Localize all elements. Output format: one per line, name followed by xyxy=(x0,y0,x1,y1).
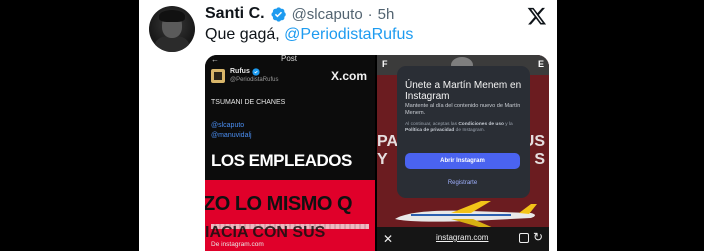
media-image-left[interactable]: ← Post Rufus @PeriodistaRufus X.com TSUM… xyxy=(205,55,375,251)
terms-of-use-link: Condiciones de uso xyxy=(458,122,504,127)
register-link: Registrarte xyxy=(447,180,478,186)
media-source-label: De instagram.com xyxy=(211,241,264,248)
modal-title: Únete a Martín Menem en Instagram xyxy=(405,80,522,102)
tweet-card: Santi C. @slcaputo · 5h Que gagá, @Perio… xyxy=(139,0,557,251)
rufus-avatar xyxy=(211,69,225,83)
meta-separator: · xyxy=(367,5,373,23)
browser-bottom-bar: ✕ instagram.com ↻ xyxy=(377,227,549,251)
story-corner-left: F xyxy=(382,59,388,69)
tabs-icon xyxy=(519,233,529,243)
modal-description: Mantente al día del contenido nuevo de M… xyxy=(405,103,521,116)
post-mention-2: @manuvidalj xyxy=(211,132,252,139)
rufus-handle: @PeriodistaRufus xyxy=(230,77,279,83)
rufus-name: Rufus xyxy=(230,68,250,75)
story-corner-right: E xyxy=(537,59,544,69)
video-caption-big: LOS EMPLEADOS xyxy=(211,151,352,170)
browser-url: instagram.com xyxy=(436,233,489,242)
open-instagram-button: Abrir Instagram xyxy=(405,153,520,169)
close-icon: ✕ xyxy=(383,232,394,246)
avatar-body-shape xyxy=(155,36,189,52)
tweet-media-grid: ← Post Rufus @PeriodistaRufus X.com TSUM… xyxy=(205,55,549,251)
video-caption-cut: IACIA CON SUS xyxy=(205,224,326,241)
modal-terms-suffix: de Instagram. xyxy=(454,128,485,133)
tweet-text: Que gagá, @PeriodistaRufus xyxy=(205,26,413,44)
modal-terms-mid: y la xyxy=(503,122,513,127)
airplane-image xyxy=(395,201,537,229)
privacy-policy-link: Política de privacidad xyxy=(405,128,455,133)
tweet-timestamp[interactable]: 5h xyxy=(378,6,395,23)
tweet-text-body: Que gagá, xyxy=(205,26,285,43)
screenshot-post-bar: ← Post xyxy=(205,55,375,65)
screenshot-post-label: Post xyxy=(281,55,298,63)
video-caption-red: ZO LO MISMO Q xyxy=(205,193,353,215)
story-bg-text-left2: Y xyxy=(377,151,388,168)
media-image-right[interactable]: F E PA Y US S Únete a Martín Menem en In… xyxy=(377,55,549,251)
verified-badge-icon xyxy=(252,68,260,76)
tweet-mention-link[interactable]: @PeriodistaRufus xyxy=(284,26,413,43)
post-mention-1: @slcaputo xyxy=(211,122,245,129)
verified-badge-icon xyxy=(271,6,286,22)
author-handle[interactable]: @slcaputo xyxy=(292,6,363,23)
author-avatar[interactable] xyxy=(149,6,195,52)
x-logo-icon[interactable] xyxy=(527,6,547,26)
xcom-brand: X.com xyxy=(330,69,367,83)
back-arrow-icon: ← xyxy=(211,55,219,64)
reload-icon: ↻ xyxy=(532,230,543,244)
author-name[interactable]: Santi C. xyxy=(205,5,265,23)
modal-terms-prefix: Al continuar, aceptas las xyxy=(405,122,459,127)
post-line-text: TSUMANI DE CHANES xyxy=(211,99,286,106)
story-bg-text-left1: PA xyxy=(377,133,399,150)
story-bg-text-right2: S xyxy=(534,151,545,168)
tweet-header: Santi C. @slcaputo · 5h xyxy=(205,5,394,23)
modal-terms: Al continuar, aceptas las Condiciones de… xyxy=(405,122,523,134)
instagram-login-modal: Únete a Martín Menem en Instagram Manten… xyxy=(397,66,530,198)
avatar-hair-shape xyxy=(159,10,185,22)
